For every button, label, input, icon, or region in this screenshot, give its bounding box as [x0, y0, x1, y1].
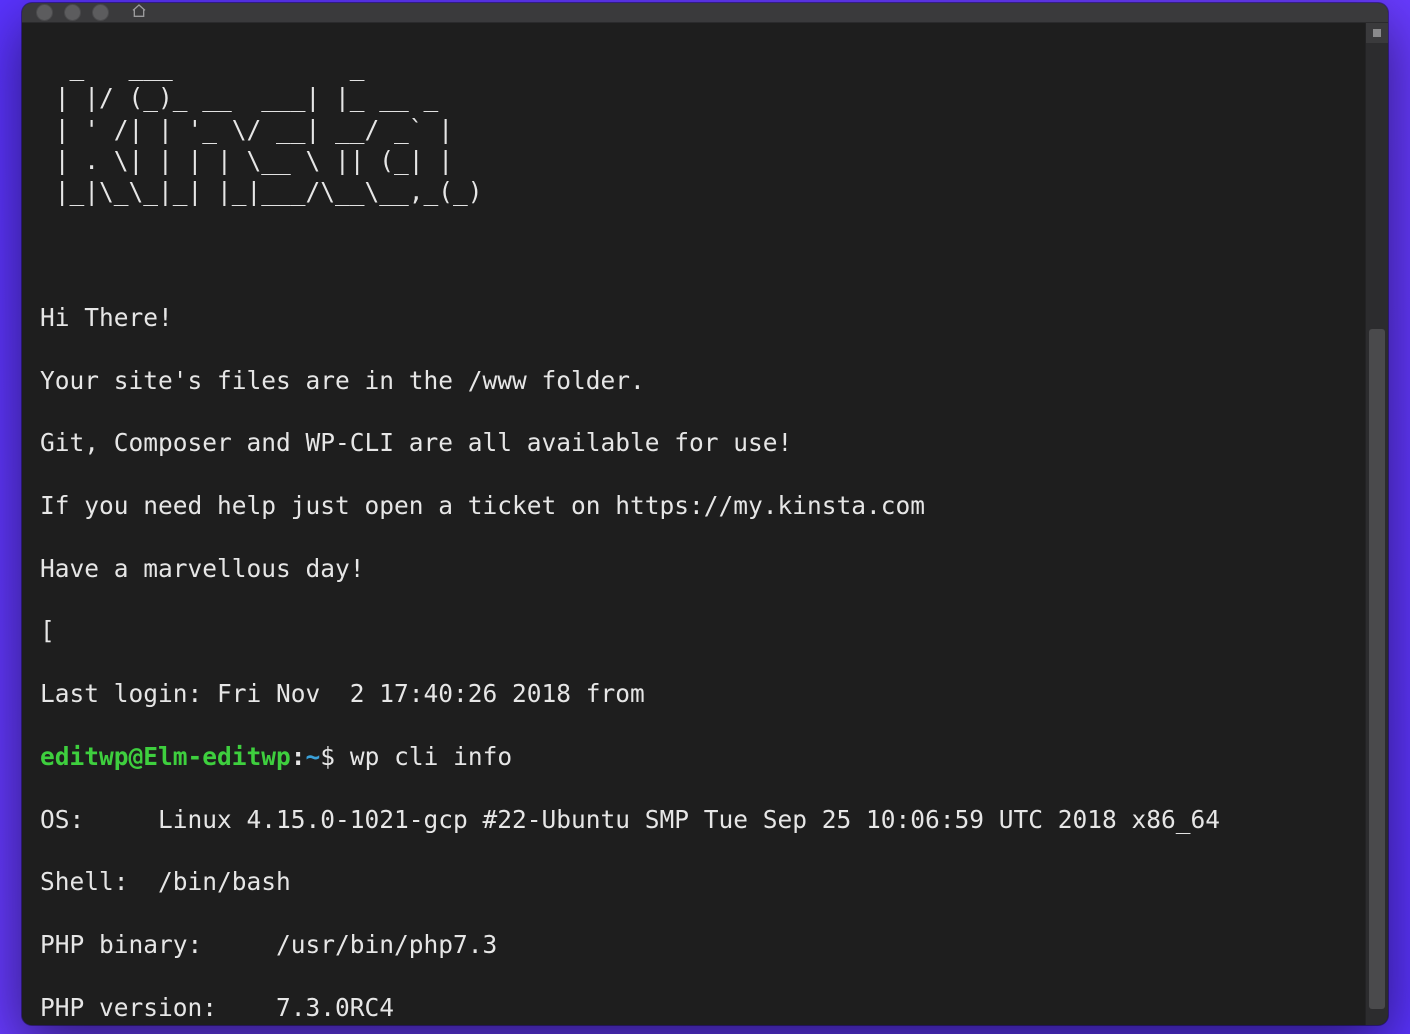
ascii-art: _ ___ _ | |/ (_)_ __ ___| |_ __ _ | ' /|…: [40, 51, 1355, 208]
bracket-line: [: [40, 615, 1355, 646]
prompt-user-host: editwp@Elm-editwp: [40, 742, 291, 771]
output-shell: Shell: /bin/bash: [40, 866, 1355, 897]
greeting-line: Your site's files are in the /www folder…: [40, 365, 1355, 396]
zoom-button[interactable]: [92, 4, 109, 21]
output-php-version: PHP version: 7.3.0RC4: [40, 992, 1355, 1023]
window-controls: [36, 4, 109, 21]
scroll-up-button[interactable]: [1366, 23, 1388, 43]
titlebar: [22, 3, 1388, 23]
greeting-line: Have a marvellous day!: [40, 553, 1355, 584]
last-login: Last login: Fri Nov 2 17:40:26 2018 from: [40, 678, 1355, 709]
greeting-line: Git, Composer and WP-CLI are all availab…: [40, 427, 1355, 458]
prompt-path: ~: [306, 742, 321, 771]
greeting-line: If you need help just open a ticket on h…: [40, 490, 1355, 521]
greeting-line: Hi There!: [40, 302, 1355, 333]
home-icon: [131, 3, 147, 22]
blank: [40, 239, 1355, 270]
prompt-line-1: editwp@Elm-editwp:~$ wp cli info: [40, 741, 1355, 772]
close-button[interactable]: [36, 4, 53, 21]
output-os: OS: Linux 4.15.0-1021-gcp #22-Ubuntu SMP…: [40, 804, 1355, 835]
terminal-content[interactable]: _ ___ _ | |/ (_)_ __ ___| |_ __ _ | ' /|…: [22, 23, 1365, 1025]
terminal-body-wrap: _ ___ _ | |/ (_)_ __ ___| |_ __ _ | ' /|…: [22, 23, 1388, 1025]
prompt-colon: :: [291, 742, 306, 771]
scroll-thumb[interactable]: [1369, 329, 1385, 1009]
output-php-binary: PHP binary: /usr/bin/php7.3: [40, 929, 1355, 960]
bracket-open: [: [40, 616, 55, 645]
scrollbar[interactable]: [1365, 23, 1388, 1025]
minimize-button[interactable]: [64, 4, 81, 21]
terminal-window: _ ___ _ | |/ (_)_ __ ___| |_ __ _ | ' /|…: [22, 3, 1388, 1025]
command-text: wp cli info: [335, 742, 512, 771]
prompt-dollar: $: [320, 742, 335, 771]
